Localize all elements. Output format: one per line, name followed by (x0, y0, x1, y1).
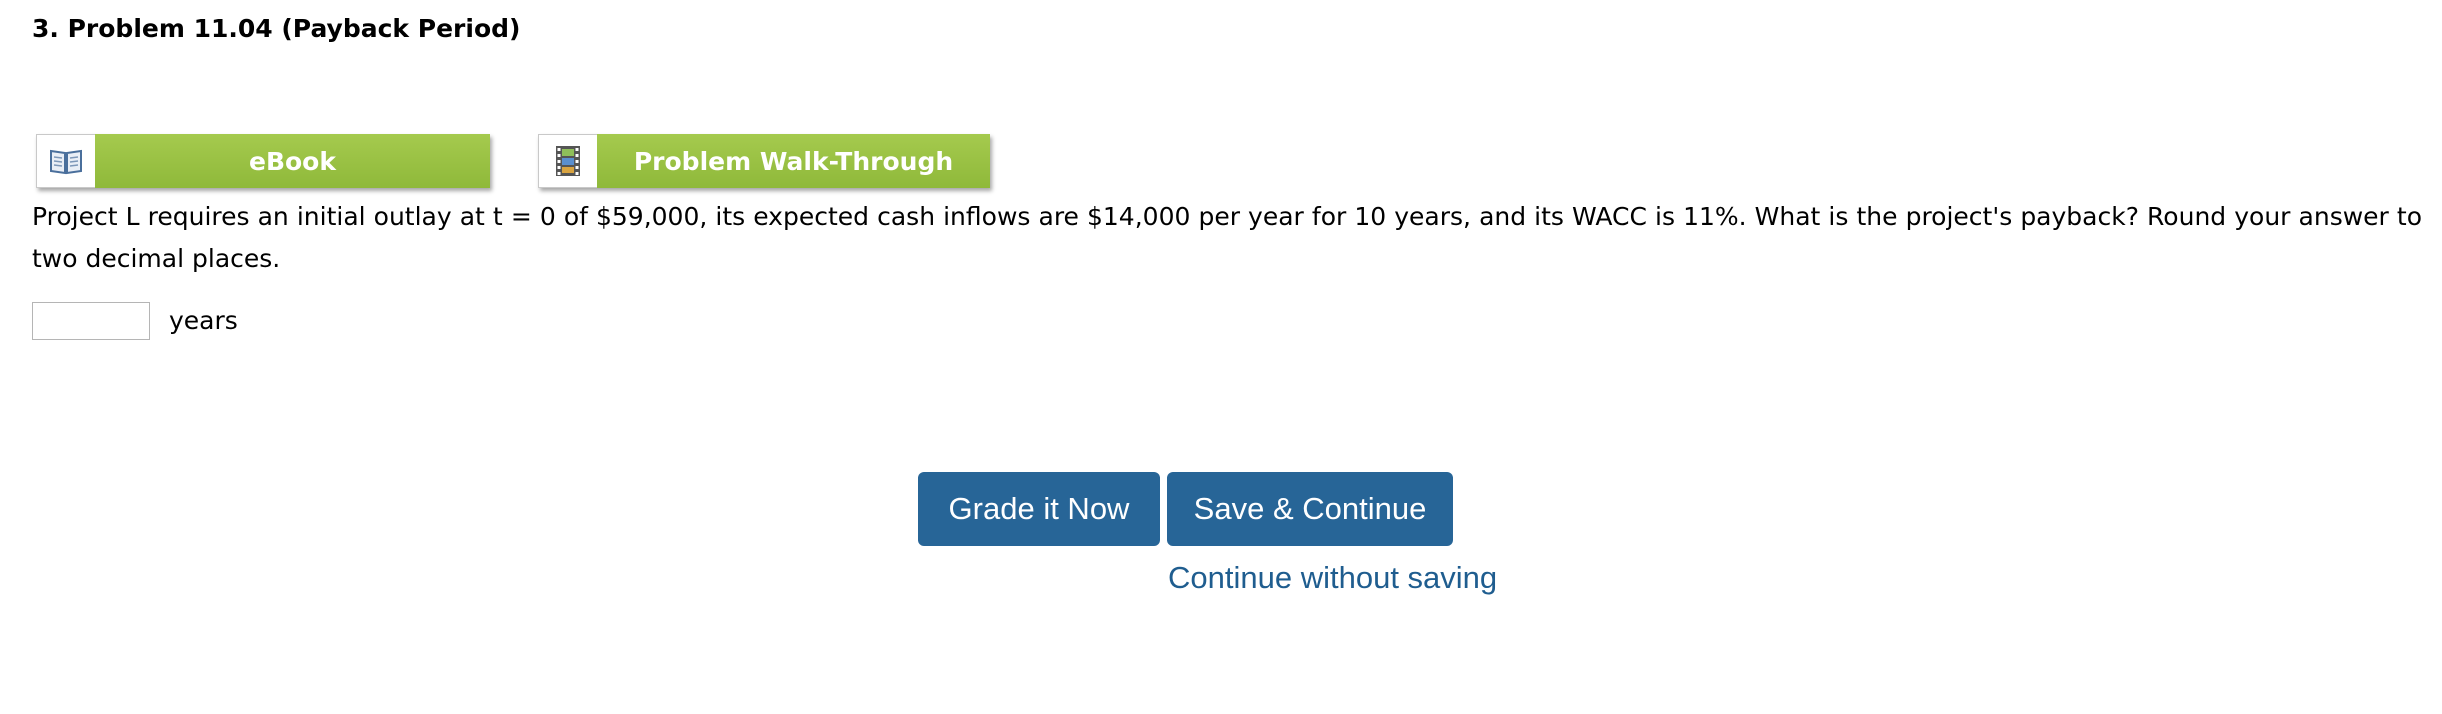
payback-answer-input[interactable] (32, 302, 150, 340)
continue-without-saving-link[interactable]: Continue without saving (1168, 558, 1497, 598)
grade-it-now-button[interactable]: Grade it Now (918, 472, 1160, 546)
problem-walkthrough-button[interactable]: Problem Walk-Through (538, 134, 990, 188)
film-icon (538, 134, 597, 188)
ebook-button[interactable]: eBook (36, 134, 490, 188)
walkthrough-label: Problem Walk-Through (597, 134, 990, 188)
problem-title: 3. Problem 11.04 (Payback Period) (32, 14, 521, 43)
question-text: Project L requires an initial outlay at … (32, 202, 2422, 273)
save-and-continue-button[interactable]: Save & Continue (1167, 472, 1453, 546)
answer-unit-label: years (169, 306, 238, 335)
ebook-label: eBook (95, 134, 490, 188)
book-icon (36, 134, 95, 188)
